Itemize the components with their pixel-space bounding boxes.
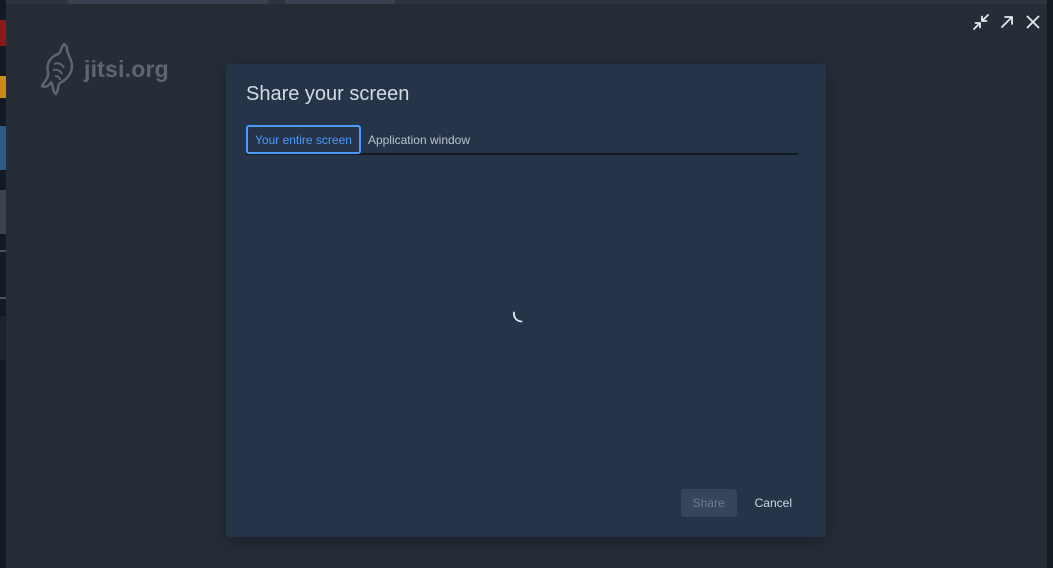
jitsi-watermark[interactable]: jitsi.org [40, 42, 169, 96]
expand-button[interactable] [997, 12, 1017, 32]
expand-icon [1001, 16, 1013, 28]
close-icon [1026, 15, 1040, 29]
dialog-title: Share your screen [246, 83, 410, 105]
watermark-text: jitsi.org [84, 55, 169, 82]
cancel-button[interactable]: Cancel [745, 489, 802, 517]
jitsi-logo-icon [40, 42, 74, 96]
share-screen-dialog: Share your screen Your entire screen App… [226, 64, 826, 537]
window-controls [971, 12, 1043, 32]
dialog-footer: Share Cancel [680, 489, 802, 517]
background-right-edge [1047, 0, 1053, 568]
app-root: jitsi.org Share your screen Your entire … [0, 0, 1053, 568]
exit-fullscreen-icon [973, 14, 989, 30]
tab-entire-screen[interactable]: Your entire screen [246, 125, 361, 154]
tab-application-window[interactable]: Application window [361, 125, 477, 154]
share-source-tabs: Your entire screen Application window [246, 125, 798, 155]
exit-fullscreen-button[interactable] [971, 12, 991, 32]
share-button[interactable]: Share [680, 489, 737, 517]
close-button[interactable] [1023, 12, 1043, 32]
loading-spinner-icon [513, 311, 523, 323]
